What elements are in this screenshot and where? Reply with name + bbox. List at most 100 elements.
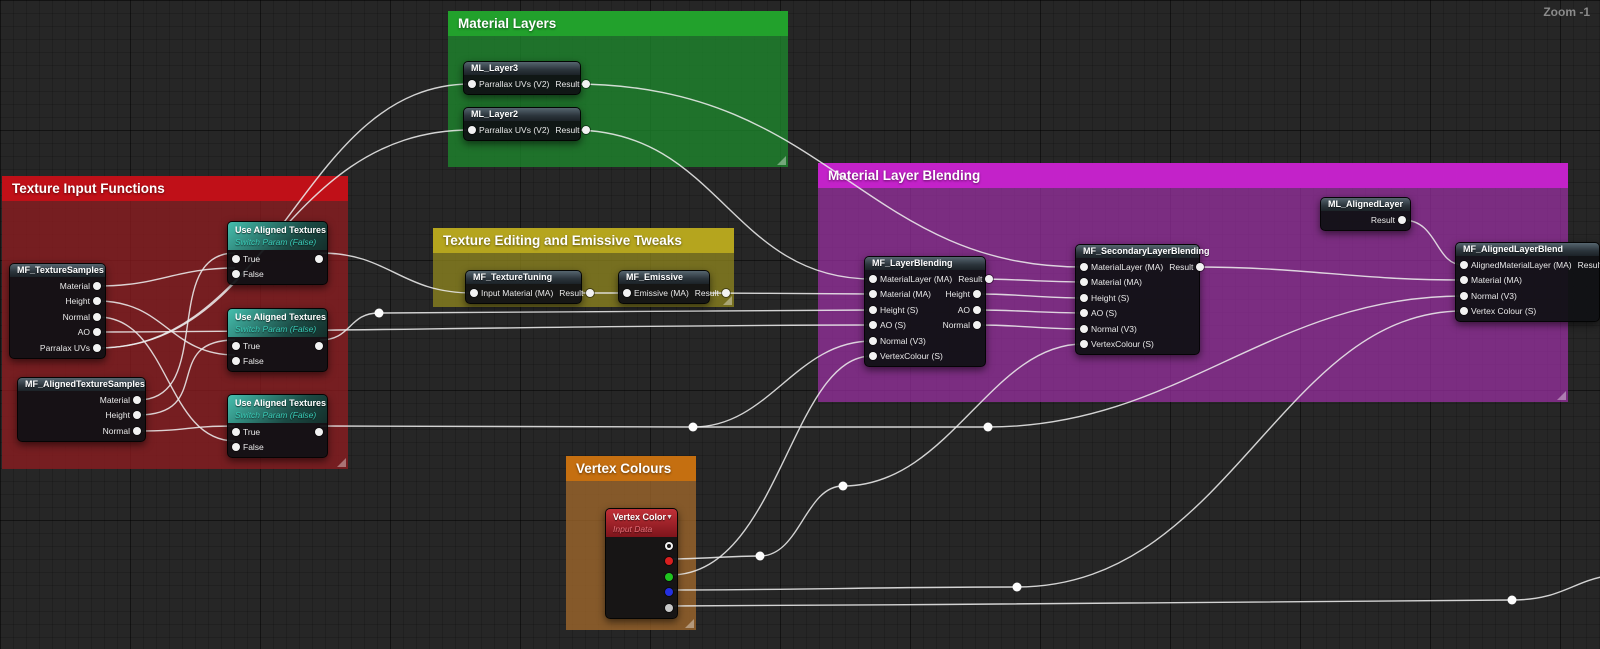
node-header[interactable]: MF_AlignedLayerBlend bbox=[1456, 243, 1599, 256]
input-pin[interactable] bbox=[1080, 324, 1088, 333]
input-pin[interactable] bbox=[468, 79, 476, 88]
node-mf-alignedlayerblend[interactable]: MF_AlignedLayerBlend AlignedMaterialLaye… bbox=[1455, 242, 1600, 322]
reroute-node[interactable] bbox=[374, 308, 384, 318]
input-pin[interactable] bbox=[232, 341, 240, 350]
node-use-aligned-textures-2[interactable]: Use Aligned Textures Switch Param (False… bbox=[227, 308, 328, 372]
input-pin[interactable] bbox=[1460, 307, 1468, 316]
node-header[interactable]: ML_Layer3 bbox=[464, 62, 580, 75]
input-pin[interactable] bbox=[232, 357, 240, 366]
input-pin[interactable] bbox=[1080, 340, 1088, 349]
input-pin[interactable] bbox=[1080, 262, 1088, 271]
input-pin[interactable] bbox=[232, 270, 240, 279]
node-mf-layerblending[interactable]: MF_LayerBlending MaterialLayer (MA) Resul… bbox=[864, 256, 994, 367]
node-header[interactable]: MF_TextureSamples bbox=[10, 264, 105, 277]
output-pin[interactable] bbox=[93, 328, 101, 337]
input-pin[interactable] bbox=[232, 443, 240, 452]
node-mf-texturesamples[interactable]: MF_TextureSamples Material Height Normal… bbox=[9, 263, 106, 359]
pin-row bbox=[606, 569, 677, 585]
node-vertex-color[interactable]: Vertex Color Input Data ▼ bbox=[605, 508, 678, 619]
reroute-node[interactable] bbox=[688, 422, 698, 432]
node-header[interactable]: Use Aligned Textures Switch Param (False… bbox=[228, 222, 327, 250]
node-mf-secondarylayerblending[interactable]: MF_SecondaryLayerBlending MaterialLayer … bbox=[1075, 244, 1210, 355]
input-pin[interactable] bbox=[869, 290, 877, 299]
wire bbox=[137, 339, 236, 416]
input-pin[interactable] bbox=[1080, 278, 1088, 287]
input-pin[interactable] bbox=[623, 288, 631, 297]
pin-row: Height bbox=[18, 408, 145, 424]
input-pin[interactable] bbox=[869, 352, 877, 361]
output-pin[interactable] bbox=[315, 427, 323, 436]
node-mf-texturetuning[interactable]: MF_TextureTuning Input Material (MA) Res… bbox=[465, 270, 595, 304]
vertex-color-output-pin[interactable] bbox=[665, 541, 673, 550]
node-ml-layer2[interactable]: ML_Layer2 Parrallax UVs (V2) Result bbox=[463, 107, 591, 141]
input-pin[interactable] bbox=[468, 125, 476, 134]
output-pin[interactable] bbox=[133, 426, 141, 435]
vertex-red-output-pin[interactable] bbox=[665, 557, 673, 566]
input-pin[interactable] bbox=[869, 274, 877, 283]
node-title: ML_Layer2 bbox=[471, 109, 519, 119]
node-use-aligned-textures-3[interactable]: Use Aligned Textures Switch Param (False… bbox=[227, 394, 328, 458]
pin-label: True bbox=[243, 340, 261, 351]
output-pin[interactable] bbox=[93, 312, 101, 321]
reroute-node[interactable] bbox=[1012, 582, 1022, 592]
pin-label: Normal (V3) bbox=[1091, 323, 1137, 334]
vertex-blue-output-pin[interactable] bbox=[665, 588, 673, 597]
input-pin[interactable] bbox=[1080, 293, 1088, 302]
node-use-aligned-textures-1[interactable]: Use Aligned Textures Switch Param (False… bbox=[227, 221, 328, 285]
output-pin[interactable] bbox=[315, 254, 323, 263]
reroute-node[interactable] bbox=[755, 551, 765, 561]
pin-label: MaterialLayer (MA) bbox=[1091, 261, 1164, 272]
node-header[interactable]: MF_AlignedTextureSamples bbox=[18, 378, 145, 391]
node-subtitle: Switch Param (False) bbox=[235, 324, 317, 334]
node-header[interactable]: MF_Emissive bbox=[619, 271, 709, 284]
node-mf-alignedtexturesamples[interactable]: MF_AlignedTextureSamples Material Height… bbox=[17, 377, 146, 442]
reroute-node[interactable] bbox=[983, 422, 993, 432]
wire bbox=[319, 312, 380, 341]
pin-label: Parralax UVs bbox=[39, 342, 90, 353]
wire bbox=[1402, 219, 1464, 266]
chevron-down-icon[interactable]: ▼ bbox=[666, 511, 673, 524]
input-pin[interactable] bbox=[869, 321, 877, 330]
output-pin[interactable] bbox=[93, 281, 101, 290]
input-pin[interactable] bbox=[869, 336, 877, 345]
node-header[interactable]: MF_LayerBlending bbox=[865, 257, 985, 270]
node-mf-emissive[interactable]: MF_Emissive Emissive (MA) Result bbox=[618, 270, 730, 304]
pin-label: False bbox=[243, 442, 264, 453]
input-pin[interactable] bbox=[232, 254, 240, 263]
node-ml-layer3[interactable]: ML_Layer3 Parrallax UVs (V2) Result bbox=[463, 61, 591, 95]
output-pin[interactable] bbox=[93, 343, 101, 352]
node-header[interactable]: ML_Layer2 bbox=[464, 108, 580, 121]
node-header[interactable]: Vertex Color Input Data ▼ bbox=[606, 509, 677, 537]
node-title: MF_TextureTuning bbox=[473, 272, 553, 282]
output-pin[interactable] bbox=[133, 395, 141, 404]
input-pin[interactable] bbox=[1080, 309, 1088, 318]
pin-row: Emissive (MA) Result bbox=[619, 285, 730, 301]
input-pin[interactable] bbox=[470, 288, 478, 297]
node-header[interactable]: MF_SecondaryLayerBlending bbox=[1076, 245, 1210, 258]
node-header[interactable]: ML_AlignedLayer bbox=[1321, 198, 1410, 211]
output-pin[interactable] bbox=[315, 341, 323, 350]
output-pin[interactable] bbox=[133, 411, 141, 420]
output-pin[interactable] bbox=[1398, 215, 1406, 224]
output-pin[interactable] bbox=[93, 297, 101, 306]
input-pin[interactable] bbox=[1460, 276, 1468, 285]
node-subtitle: Input Data bbox=[613, 524, 653, 534]
input-pin[interactable] bbox=[1460, 260, 1468, 269]
vertex-alpha-output-pin[interactable] bbox=[665, 603, 673, 612]
output-pin[interactable] bbox=[973, 305, 981, 314]
node-header[interactable]: MF_TextureTuning bbox=[466, 271, 581, 284]
pin-row bbox=[606, 585, 677, 601]
node-header[interactable]: Use Aligned Textures Switch Param (False… bbox=[228, 395, 327, 423]
vertex-green-output-pin[interactable] bbox=[665, 572, 673, 581]
output-pin[interactable] bbox=[973, 290, 981, 299]
node-ml-alignedlayer[interactable]: ML_AlignedLayer Result bbox=[1320, 197, 1411, 231]
reroute-node[interactable] bbox=[838, 481, 848, 491]
input-pin[interactable] bbox=[232, 427, 240, 436]
reroute-node[interactable] bbox=[1507, 595, 1517, 605]
input-pin[interactable] bbox=[1460, 291, 1468, 300]
output-pin[interactable] bbox=[721, 288, 730, 297]
input-pin[interactable] bbox=[869, 305, 877, 314]
pin-label: Result bbox=[1169, 261, 1194, 272]
node-header[interactable]: Use Aligned Textures Switch Param (False… bbox=[228, 309, 327, 337]
output-pin[interactable] bbox=[973, 321, 981, 330]
